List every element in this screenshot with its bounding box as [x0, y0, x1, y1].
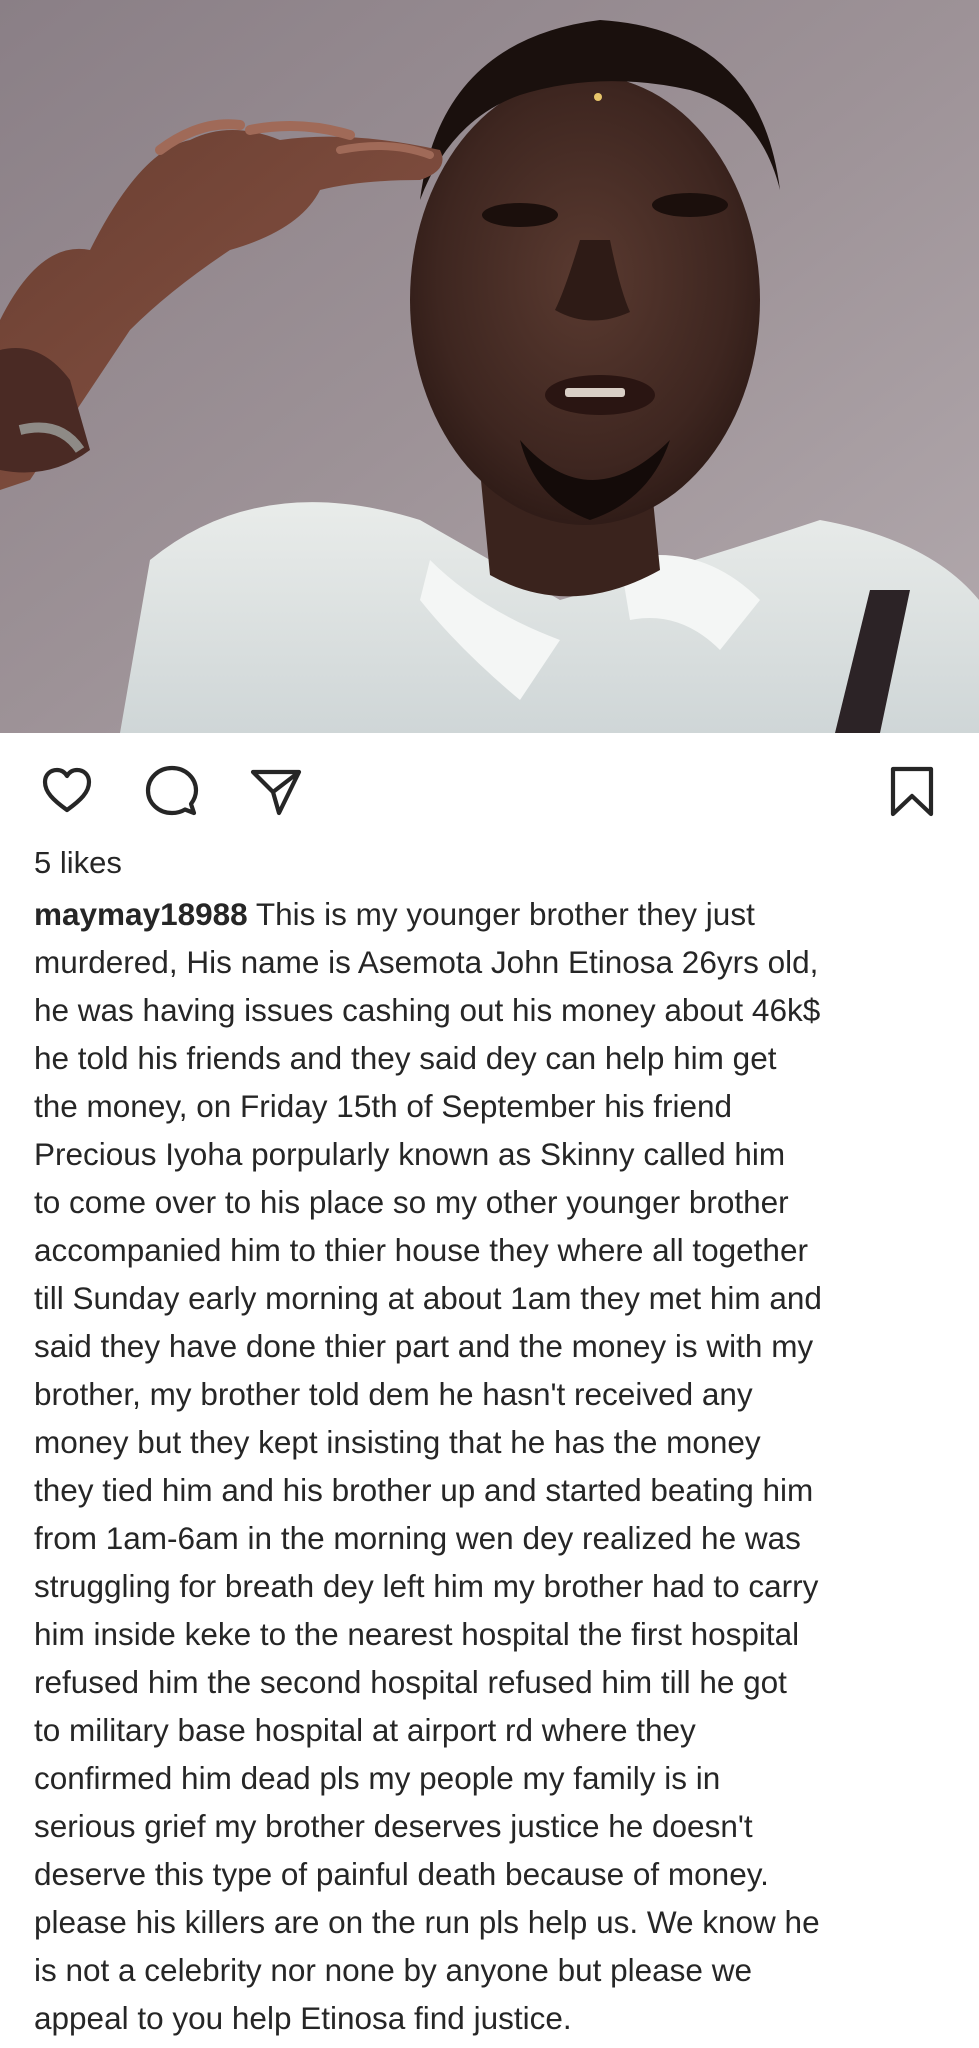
post-action-bar [0, 733, 979, 843]
caption-line: Precious Iyoha porpularly known as Skinn… [34, 1130, 964, 1178]
caption-line: appeal to you help Etinosa find justice. [34, 1994, 964, 2042]
caption-line: from 1am-6am in the morning wen dey real… [34, 1514, 964, 1562]
likes-count[interactable]: 5 likes [34, 843, 122, 883]
caption-text: This is my younger brother they just [255, 896, 755, 932]
like-button[interactable] [37, 761, 97, 821]
caption-text: till Sunday early morning at about 1am t… [34, 1280, 822, 1316]
save-button[interactable] [882, 761, 942, 821]
caption-text: please his killers are on the run pls he… [34, 1904, 820, 1940]
caption-text: Precious Iyoha porpularly known as Skinn… [34, 1136, 786, 1172]
caption-text: they tied him and his brother up and sta… [34, 1472, 814, 1508]
caption-line: maymay18988 This is my younger brother t… [34, 890, 964, 938]
caption-line: he told his friends and they said dey ca… [34, 1034, 964, 1082]
caption-text: confirmed him dead pls my people my fami… [34, 1760, 721, 1796]
caption-text: struggling for breath dey left him my br… [34, 1568, 819, 1604]
caption-line: to come over to his place so my other yo… [34, 1178, 964, 1226]
caption-text: him inside keke to the nearest hospital … [34, 1616, 800, 1652]
caption-text: brother, my brother told dem he hasn't r… [34, 1376, 753, 1412]
bookmark-icon [890, 766, 934, 817]
caption-line: he was having issues cashing out his mon… [34, 986, 964, 1034]
share-button[interactable] [246, 761, 306, 821]
caption-line: is not a celebrity nor none by anyone bu… [34, 1946, 964, 1994]
caption-text: to military base hospital at airport rd … [34, 1712, 696, 1748]
caption-line: him inside keke to the nearest hospital … [34, 1610, 964, 1658]
caption-text: refused him the second hospital refused … [34, 1664, 787, 1700]
heart-icon [42, 767, 92, 813]
caption-line: to military base hospital at airport rd … [34, 1706, 964, 1754]
caption-text: deserve this type of painful death becau… [34, 1856, 769, 1892]
caption-line: the money, on Friday 15th of September h… [34, 1082, 964, 1130]
caption-text: money but they kept insisting that he ha… [34, 1424, 761, 1460]
post-caption: maymay18988 This is my younger brother t… [34, 890, 964, 2042]
caption-line: struggling for breath dey left him my br… [34, 1562, 964, 1610]
caption-text: serious grief my brother deserves justic… [34, 1808, 753, 1844]
post-photo[interactable] [0, 0, 979, 733]
caption-line: accompanied him to thier house they wher… [34, 1226, 964, 1274]
caption-text: murdered, His name is Asemota John Etino… [34, 944, 819, 980]
caption-line: money but they kept insisting that he ha… [34, 1418, 964, 1466]
caption-line: they tied him and his brother up and sta… [34, 1466, 964, 1514]
post-photo-illustration [0, 0, 979, 733]
caption-text: he was having issues cashing out his mon… [34, 992, 821, 1028]
caption-text: is not a celebrity nor none by anyone bu… [34, 1952, 752, 1988]
caption-line: serious grief my brother deserves justic… [34, 1802, 964, 1850]
comment-bubble-icon [145, 765, 199, 816]
paper-plane-icon [250, 769, 302, 816]
caption-line: murdered, His name is Asemota John Etino… [34, 938, 964, 986]
caption-line: brother, my brother told dem he hasn't r… [34, 1370, 964, 1418]
caption-line: till Sunday early morning at about 1am t… [34, 1274, 964, 1322]
caption-text: he told his friends and they said dey ca… [34, 1040, 777, 1076]
caption-line: deserve this type of painful death becau… [34, 1850, 964, 1898]
caption-text: the money, on Friday 15th of September h… [34, 1088, 733, 1124]
caption-line: said they have done thier part and the m… [34, 1322, 964, 1370]
caption-text: appeal to you help Etinosa find justice. [34, 2000, 572, 2036]
caption-text: from 1am-6am in the morning wen dey real… [34, 1520, 801, 1556]
caption-text: to come over to his place so my other yo… [34, 1184, 789, 1220]
username-link[interactable]: maymay18988 [34, 896, 248, 932]
caption-text: accompanied him to thier house they wher… [34, 1232, 808, 1268]
comment-button[interactable] [142, 761, 202, 821]
caption-line: confirmed him dead pls my people my fami… [34, 1754, 964, 1802]
caption-line: refused him the second hospital refused … [34, 1658, 964, 1706]
caption-text: said they have done thier part and the m… [34, 1328, 814, 1364]
caption-line: please his killers are on the run pls he… [34, 1898, 964, 1946]
